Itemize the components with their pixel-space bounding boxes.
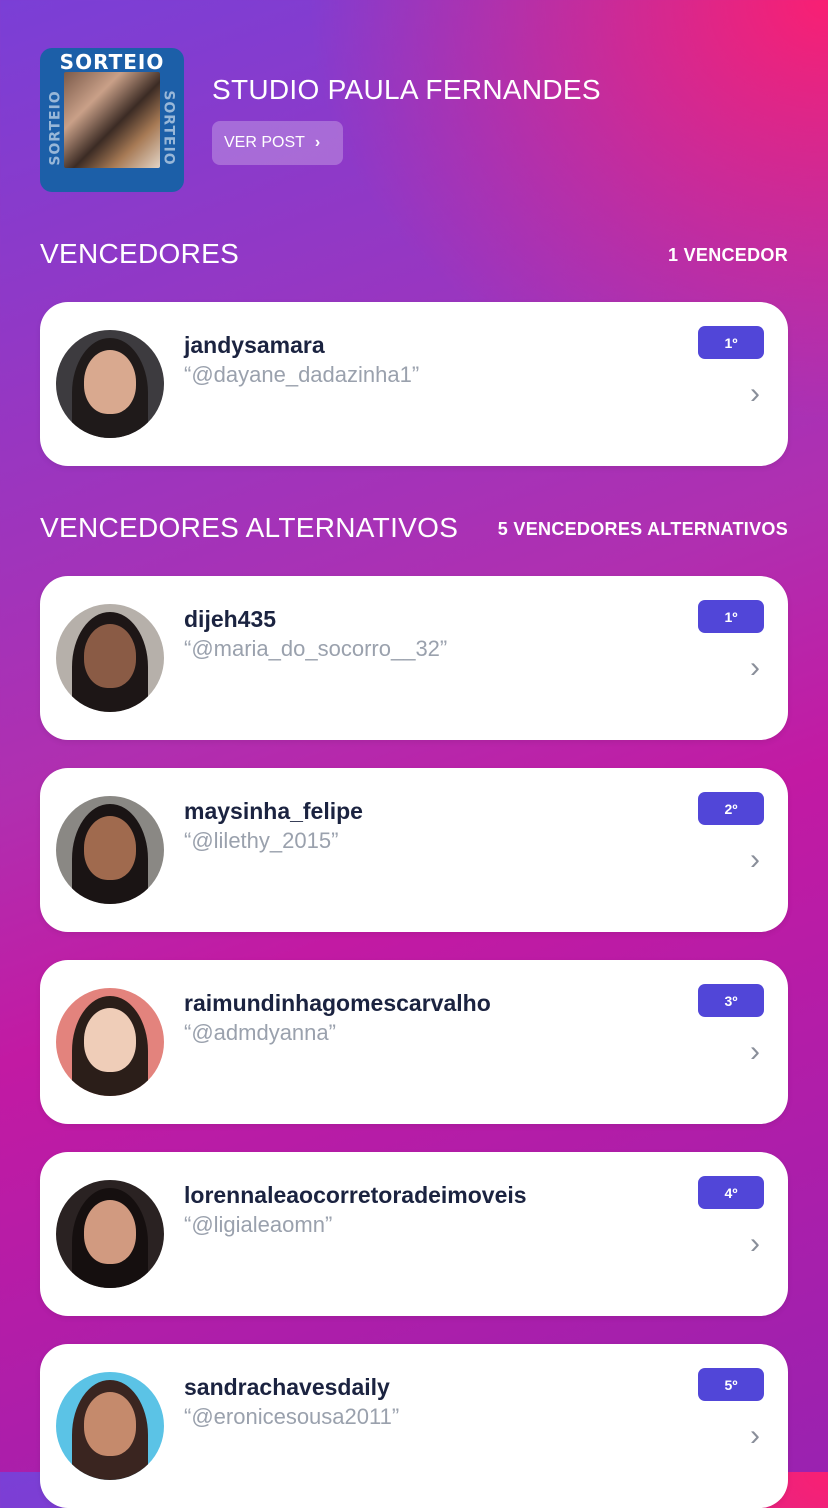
chevron-right-icon: ›	[750, 1035, 760, 1068]
winner-username: jandysamara	[184, 332, 325, 358]
rank-badge: 4º	[698, 1176, 764, 1209]
alternate-username: dijeh435	[184, 606, 277, 632]
rank-badge: 5º	[698, 1368, 764, 1401]
alternate-comment: “@ligialeaomn”	[184, 1212, 333, 1237]
chevron-right-icon: ›	[750, 651, 760, 684]
alternate-username: lorennaleaocorretoradeimoveis	[184, 1182, 527, 1208]
avatar	[56, 330, 164, 438]
alternate-card[interactable]: sandrachavesdaily “@eronicesousa2011” 5º…	[40, 1344, 788, 1508]
avatar	[56, 1180, 164, 1288]
chevron-right-icon: ›	[750, 377, 760, 410]
winners-count: 1 VENCEDOR	[667, 245, 788, 265]
post-thumbnail[interactable]: SORTEIO SORTEIO SORTEIO	[40, 48, 184, 192]
alternate-username: sandrachavesdaily	[184, 1374, 390, 1400]
alternate-card[interactable]: lorennaleaocorretoradeimoveis “@ligialea…	[40, 1152, 788, 1316]
thumbnail-photo	[64, 72, 160, 168]
thumbnail-side-text-right: SORTEIO	[160, 90, 177, 166]
alternate-card[interactable]: dijeh435 “@maria_do_socorro__32” 1º ›	[40, 576, 788, 740]
studio-name: STUDIO PAULA FERNANDES	[212, 74, 601, 105]
alternate-comment: “@eronicesousa2011”	[184, 1404, 400, 1429]
chevron-right-icon: ›	[750, 1419, 760, 1452]
thumbnail-title: SORTEIO	[59, 50, 165, 74]
post-header: SORTEIO SORTEIO SORTEIO STUDIO PAULA FER…	[40, 48, 788, 192]
alternate-card[interactable]: raimundinhagomescarvalho “@admdyanna” 3º…	[40, 960, 788, 1124]
winner-comment: “@dayane_dadazinha1”	[184, 362, 420, 387]
alternate-username: raimundinhagomescarvalho	[184, 990, 491, 1016]
alternate-comment: “@maria_do_socorro__32”	[184, 636, 448, 661]
alternates-section-title: VENCEDORES ALTERNATIVOS	[40, 512, 459, 543]
alternate-comment: “@lilethy_2015”	[184, 828, 339, 853]
avatar	[56, 1372, 164, 1480]
rank-badge: 1º	[698, 600, 764, 633]
chevron-right-icon: ›	[750, 843, 760, 876]
thumbnail-side-text-left: SORTEIO	[47, 90, 64, 166]
alternate-username: maysinha_felipe	[184, 798, 363, 824]
rank-badge: 2º	[698, 792, 764, 825]
alternate-comment: “@admdyanna”	[184, 1020, 336, 1045]
avatar	[56, 796, 164, 904]
winner-card[interactable]: jandysamara “@dayane_dadazinha1” 1º ›	[40, 302, 788, 466]
winners-section-title: VENCEDORES	[40, 238, 240, 269]
rank-badge: 1º	[698, 326, 764, 359]
avatar	[56, 604, 164, 712]
alternate-card[interactable]: maysinha_felipe “@lilethy_2015” 2º ›	[40, 768, 788, 932]
ver-post-button[interactable]: VER POST ›	[212, 121, 343, 165]
chevron-right-icon: ›	[750, 1227, 760, 1260]
rank-badge: 3º	[698, 984, 764, 1017]
ver-post-label: VER POST	[224, 134, 305, 151]
alternates-count: 5 VENCEDORES ALTERNATIVOS	[497, 519, 788, 539]
chevron-right-icon: ›	[314, 134, 321, 151]
avatar	[56, 988, 164, 1096]
